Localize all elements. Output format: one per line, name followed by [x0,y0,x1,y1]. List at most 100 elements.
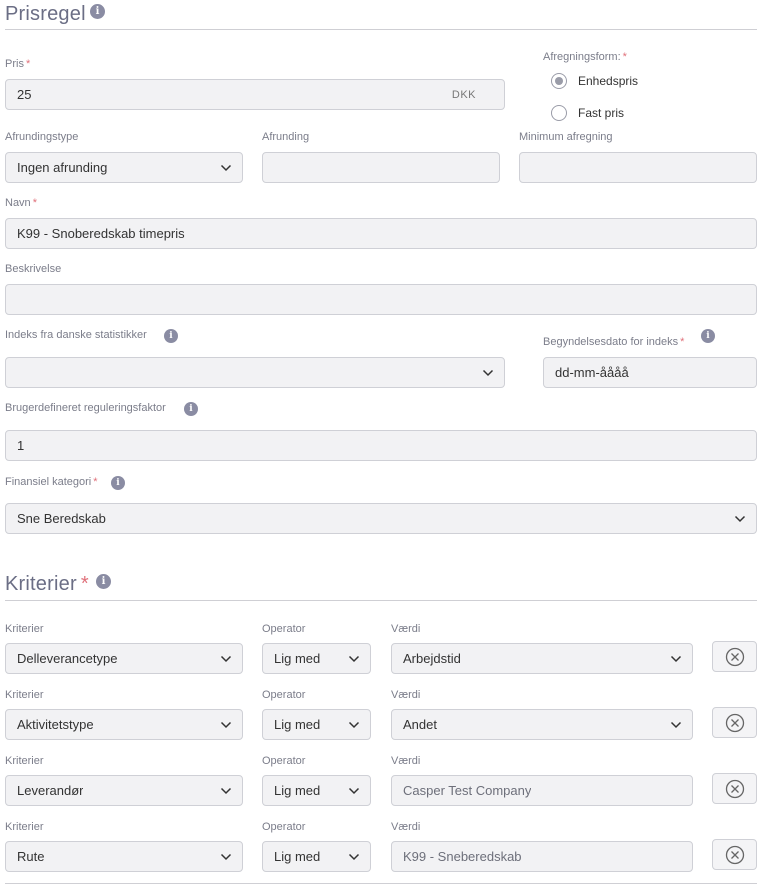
close-circle-icon [725,647,745,667]
operator-col-label: Operator [262,623,306,635]
pris-label: Pris * [5,58,31,70]
section-divider [5,600,757,601]
info-icon[interactable]: i [701,329,715,343]
info-icon[interactable]: i [90,4,105,19]
vaerdi-input[interactable]: K99 - Sneberedskab [391,841,693,872]
chevron-down-icon [670,721,682,729]
radio-fast-pris[interactable] [551,105,567,121]
remove-criterion-button[interactable] [712,839,757,870]
begyndelsesdato-input[interactable]: dd-mm-åååå [543,357,757,388]
section-title-kriterier: Kriterier * [5,573,89,595]
chevron-down-icon [220,164,232,172]
operator-select[interactable]: Lig med [262,775,371,806]
indeks-select[interactable] [5,357,505,388]
chevron-down-icon [670,655,682,663]
afrunding-label: Afrunding [262,131,310,143]
minimum-afregning-label: Minimum afregning [519,131,613,143]
chevron-down-icon [734,515,746,523]
operator-select[interactable]: Lig med [262,709,371,740]
kriterie-select[interactable]: Aktivitetstype [5,709,243,740]
radio-fast-pris-label: Fast pris [578,106,625,120]
finansiel-kategori-value: Sne Beredskab [17,511,106,526]
navn-input[interactable]: K99 - Snoberedskab timepris [5,218,757,249]
section-divider [5,29,757,30]
vaerdi-value: Casper Test Company [403,783,532,798]
kriterie-value: Rute [17,849,45,864]
beskrivelse-label: Beskrivelse [5,263,62,275]
finansiel-kategori-label: Finansiel kategori * [5,476,98,488]
operator-col-label: Operator [262,755,306,767]
operator-value: Lig med [274,651,321,666]
kriterier-col-label: Kriterier [5,689,44,701]
vaerdi-select[interactable]: Andet [391,709,693,740]
remove-criterion-button[interactable] [712,773,757,804]
vaerdi-value: Andet [403,717,437,732]
radio-enhedspris[interactable] [551,73,567,89]
afrundingstype-value: Ingen afrunding [17,160,108,175]
pris-input[interactable]: 25 DKK [5,79,505,110]
close-circle-icon [725,779,745,799]
kriterie-value: Leverandør [17,783,84,798]
kriterier-col-label: Kriterier [5,623,44,635]
operator-select[interactable]: Lig med [262,643,371,674]
minimum-afregning-input[interactable] [519,152,757,183]
vaerdi-col-label: Værdi [391,755,421,767]
operator-value: Lig med [274,717,321,732]
vaerdi-value: Arbejdstid [403,651,461,666]
navn-value: K99 - Snoberedskab timepris [17,226,185,241]
indeks-label: Indeks fra danske statistikker [5,329,147,341]
afrunding-input[interactable] [262,152,500,183]
kriterie-select[interactable]: Rute [5,841,243,872]
beskrivelse-input[interactable] [5,284,757,315]
afregningsform-label: Afregningsform: * [543,51,627,63]
close-circle-icon [725,845,745,865]
operator-col-label: Operator [262,689,306,701]
info-icon[interactable]: i [184,402,198,416]
kriterie-select[interactable]: Delleverancetype [5,643,243,674]
chevron-down-icon [348,787,360,795]
remove-criterion-button[interactable] [712,641,757,672]
vaerdi-col-label: Værdi [391,689,421,701]
info-icon[interactable]: i [111,476,125,490]
chevron-down-icon [482,369,494,377]
currency-suffix: DKK [451,88,476,101]
operator-select[interactable]: Lig med [262,841,371,872]
operator-col-label: Operator [262,821,306,833]
chevron-down-icon [220,721,232,729]
date-placeholder: dd-mm-åååå [555,365,629,380]
kriterie-value: Delleverancetype [17,651,118,666]
vaerdi-col-label: Værdi [391,821,421,833]
kriterier-col-label: Kriterier [5,755,44,767]
section-title-prisregel: Prisregel [5,3,86,25]
remove-criterion-button[interactable] [712,707,757,738]
afrundingstype-label: Afrundingstype [5,131,79,143]
kriterier-col-label: Kriterier [5,821,44,833]
finansiel-kategori-select[interactable]: Sne Beredskab [5,503,757,534]
kriterie-value: Aktivitetstype [17,717,94,732]
info-icon[interactable]: i [96,574,111,589]
begyndelsesdato-label: Begyndelsesdato for indeks * [543,336,685,348]
operator-value: Lig med [274,849,321,864]
operator-value: Lig med [274,783,321,798]
vaerdi-select[interactable]: Arbejdstid [391,643,693,674]
chevron-down-icon [348,853,360,861]
vaerdi-value: K99 - Sneberedskab [403,849,522,864]
chevron-down-icon [348,721,360,729]
reguleringsfaktor-input[interactable]: 1 [5,430,757,461]
reguleringsfaktor-label: Brugerdefineret reguleringsfaktor [5,402,166,414]
pris-value: 25 [17,87,32,102]
reguleringsfaktor-value: 1 [17,438,25,453]
radio-enhedspris-label: Enhedspris [578,74,639,88]
close-circle-icon [725,713,745,733]
afrundingstype-select[interactable]: Ingen afrunding [5,152,243,183]
chevron-down-icon [220,787,232,795]
bottom-divider [5,883,757,884]
chevron-down-icon [220,655,232,663]
chevron-down-icon [220,853,232,861]
kriterie-select[interactable]: Leverandør [5,775,243,806]
chevron-down-icon [348,655,360,663]
vaerdi-input[interactable]: Casper Test Company [391,775,693,806]
vaerdi-col-label: Værdi [391,623,421,635]
info-icon[interactable]: i [164,329,178,343]
navn-label: Navn * [5,197,37,209]
